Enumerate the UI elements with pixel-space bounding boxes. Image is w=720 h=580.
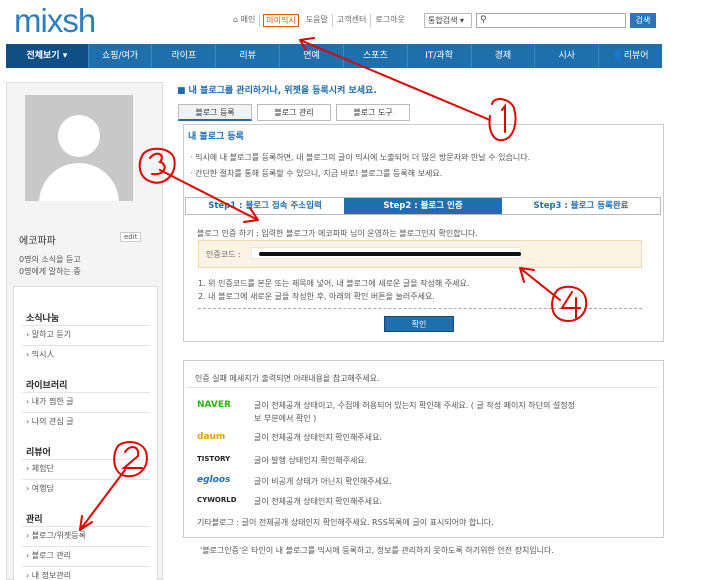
egloos-text: 글이 비공개 상태가 아닌지 확인해주세요. [254,477,392,486]
sidebar-item-travel-label: 여행담 [31,484,54,493]
tistory-text: 글이 발행 상태인지 확인해주세요. [254,456,368,465]
verify-description: 블로그 인증 하기 : 입력한 블로그가 에코파파 님이 운영하는 블로그인지 … [197,229,478,238]
sidebar-item-interests-label: 나의 관심 글 [31,417,74,426]
nav-reviewer-label: 리뷰어 [623,51,649,61]
nav-entertainment[interactable]: 연예 [280,44,344,68]
nav-shopping[interactable]: 쇼핑/여가 [89,44,153,68]
home-link-label: 메인 [240,15,256,24]
step-3: Step3 : 블로그 등록완료 [533,201,629,211]
note-2: 2. 내 블로그에 새로운 글을 작성한 후, 아래의 확인 버튼을 눌러주세요… [198,292,435,301]
sidebar-item-favorites[interactable]: › 내가 찜한 글 [26,396,74,407]
tab-blog-tools[interactable]: 블로그 도구 [336,104,410,121]
tab-blog-manage[interactable]: 블로그 관리 [257,104,331,121]
nav-sports[interactable]: 스포츠 [344,44,408,68]
sidebar-item-mixsh-people-label: 믹시人 [31,350,55,359]
sidebar-item-talk-label: 말하고 듣기 [31,330,72,339]
sidebar-item-mixsh-people[interactable]: › 믹시人 [26,349,54,360]
sidebar-item-my-info-label: 내 정보관리 [31,571,72,580]
my-mixsh-link[interactable]: 마이믹시 [263,14,299,27]
sidebar-item-blog-widget-register[interactable]: › 블로그/위젯등록 [26,530,86,541]
naver-text: 글이 전체공개 상태이고, 수집에 허용되어 있는지 확인해 주세요. ( 글 … [254,401,575,410]
confirm-button[interactable]: 확인 [384,316,454,332]
step-2: Step2 : 블로그 인증 [344,198,502,214]
failure-help-title: 인증 실패 메세지가 출력되면 아래내용을 참고해주세요. [195,374,380,383]
main-nav: 전체보기 ▾ 쇼핑/여가 라이프 리뷰 연예 스포츠 IT/과학 경제 시사 👤… [6,44,662,68]
nav-economy[interactable]: 경제 [472,44,536,68]
tab-blog-register[interactable]: 블로그 등록 [178,104,252,121]
divider [198,308,642,309]
nav-all[interactable]: 전체보기 ▾ [6,44,89,68]
nav-it[interactable]: IT/과학 [408,44,472,68]
verify-code-box: 인증코드 : [198,240,642,268]
square-bullet-icon: ■ [177,86,189,96]
nav-current-affairs[interactable]: 시사 [535,44,600,68]
help-link[interactable]: 도움말 [302,14,333,27]
cyworld-text: 글이 전체공개 상태인지 확인해주세요. [254,497,382,506]
naver-logo: NAVER [197,400,231,410]
naver-text-2: 보 부분에서 확인 ) [254,414,317,423]
sidebar-menu: 소식나눔 › 말하고 듣기 › 믹시人 라이브러리 › 내가 찜한 글 › 나의… [13,286,158,580]
sidebar-item-blog-manage-label: 블로그 관리 [31,551,72,560]
sidebar-item-favorites-label: 내가 찜한 글 [31,397,74,406]
reviewer-icon: 👤 [612,51,624,61]
sidebar-item-blog-widget-register-label: 블로그/위젯등록 [31,531,86,540]
group-title-news: 소식나눔 [26,314,60,324]
search-input[interactable]: ⚲ [476,13,626,28]
stat-speaking: 0명에게 말하는 중 [19,267,81,276]
redaction-scribble [259,252,521,256]
verify-code-label: 인증코드 : [206,250,241,259]
group-title-manage: 관리 [26,515,43,525]
sidebar-item-travel[interactable]: › 여행담 [26,483,54,494]
search-type-select[interactable]: 통합검색 ▾ [424,13,472,28]
footer-note: '블로그인증'은 타인이 내 블로그를 믹시에 등록하고, 정보를 관리하지 못… [200,546,554,555]
page-headline-text: 내 블로그를 관리하거나, 위젯을 등록시켜 보세요. [188,86,377,96]
panel-title: 내 블로그 등록 [188,132,244,142]
group-title-reviewer: 리뷰어 [26,448,51,458]
search-type-label: 통합검색 [428,16,458,25]
search-button[interactable]: 검색 [630,13,656,28]
daum-logo: daum [197,432,226,442]
sidebar-item-my-info[interactable]: › 내 정보관리 [26,570,71,580]
daum-text: 글이 전체공개 상태인지 확인해주세요. [254,433,382,442]
sidebar: 에코파파 edit 0명의 소식을 듣고 0명에게 말하는 중 소식나눔 › 말… [6,82,163,580]
note-1: 1. 위 인증코드를 본문 또는 제목에 넣어, 내 블로그에 새로운 글을 작… [198,279,470,288]
panel-desc-2: · 간단한 절차를 통해 등록할 수 있으니, 지금 바로! 블로그를 등록해 … [190,169,443,178]
edit-profile-button[interactable]: edit [120,232,142,242]
mixsh-logo[interactable]: mixsh [14,2,96,40]
logout-link[interactable]: 로그아웃 [371,14,408,27]
panel-desc-1: · 믹시에 내 블로그를 등록하면, 내 블로그의 글이 믹시에 노출되어 더 … [190,153,531,162]
sidebar-item-experience-label: 체험단 [31,464,54,473]
failure-help-divider [188,387,658,388]
etc-blog-text: 기타블로그 : 글이 전체공개 상태인지 확인해주세요. RSS목록에 글이 표… [197,518,494,527]
nav-life[interactable]: 라이프 [152,44,217,68]
tistory-logo: TISTORY [197,455,231,463]
sidebar-item-blog-manage[interactable]: › 블로그 관리 [26,550,71,561]
tab-bar: 블로그 등록 블로그 관리 블로그 도구 [178,104,415,121]
step-indicator: Step1 : 블로그 접속 주소입력 Step2 : 블로그 인증 Step3… [185,197,661,215]
sidebar-item-interests[interactable]: › 나의 관심 글 [26,416,74,427]
page-headline: ■ 내 블로그를 관리하거나, 위젯을 등록시켜 보세요. [177,83,377,96]
cyworld-logo: CYWORLD [197,496,237,504]
sidebar-item-talk[interactable]: › 말하고 듣기 [26,329,71,340]
egloos-logo: egloos [197,475,231,485]
home-link[interactable]: ⌂ 메인 [229,14,261,27]
group-title-library: 라이브러리 [26,381,68,391]
stat-listening: 0명의 소식을 듣고 [19,255,81,264]
nav-reviewer[interactable]: 👤리뷰어 [599,44,662,68]
username: 에코파파 [19,236,56,247]
home-icon: ⌂ [233,15,241,24]
sidebar-item-experience[interactable]: › 체험단 [26,463,54,474]
step-1: Step1 : 블로그 접속 주소입력 [208,201,322,211]
page: mixsh ⌂ 메인 마이믹시 도움말 고객센터 로그아웃 통합검색 ▾ ⚲ 검… [0,0,720,580]
top-links: ⌂ 메인 마이믹시 도움말 고객센터 로그아웃 [229,14,409,27]
avatar [25,95,133,201]
customer-center-link[interactable]: 고객센터 [333,14,372,27]
search-icon: ⚲ [480,15,487,25]
nav-review[interactable]: 리뷰 [216,44,281,68]
